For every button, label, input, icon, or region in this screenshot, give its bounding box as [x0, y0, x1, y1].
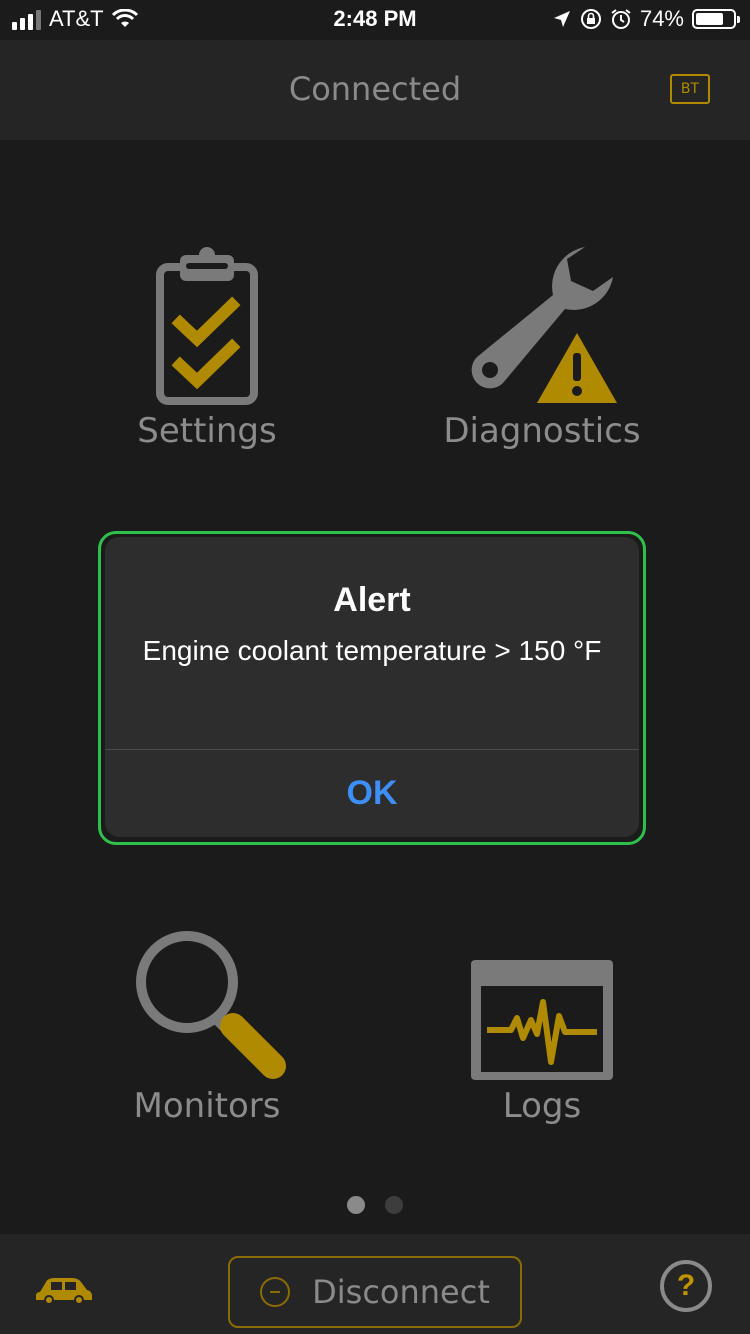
diagnostics-tile[interactable]: Diagnostics — [392, 235, 692, 451]
logs-icon-box — [392, 910, 692, 1080]
alert-dialog: Alert Engine coolant temperature > 150 °… — [105, 537, 639, 837]
logs-tile[interactable]: Logs — [392, 910, 692, 1126]
waveform-monitor-icon — [471, 960, 613, 1080]
help-button[interactable]: ? — [660, 1260, 712, 1312]
navigation-bar: Connected BT — [0, 40, 750, 140]
monitors-tile[interactable]: Monitors — [57, 910, 357, 1126]
question-mark-icon: ? — [676, 1269, 696, 1302]
disconnect-button[interactable]: Disconnect — [228, 1256, 522, 1328]
bt-badge[interactable]: BT — [670, 74, 710, 104]
ok-button[interactable]: OK — [105, 750, 639, 837]
page-title: Connected — [288, 70, 462, 108]
settings-tile[interactable]: Settings — [57, 235, 357, 451]
diagnostics-label: Diagnostics — [443, 411, 641, 451]
clipboard-check-icon — [156, 247, 258, 405]
alert-title: Alert — [333, 581, 411, 619]
alarm-icon — [611, 9, 631, 29]
settings-label: Settings — [137, 411, 277, 451]
battery-fill — [696, 13, 723, 25]
page-dot-2[interactable] — [385, 1196, 403, 1214]
settings-icon-box — [57, 235, 357, 405]
logs-label: Logs — [502, 1086, 582, 1126]
battery-percent: 74% — [639, 6, 684, 31]
magnifier-icon — [136, 931, 286, 1079]
monitors-icon-box — [57, 910, 357, 1080]
wrench-warning-icon — [471, 247, 617, 403]
page-indicator[interactable] — [0, 1196, 750, 1214]
alert-message: Engine coolant temperature > 150 °F — [142, 635, 602, 666]
status-right: 74% — [552, 6, 740, 32]
diagnostics-icon-box — [392, 235, 692, 405]
battery-icon — [692, 9, 740, 29]
disconnect-label: Disconnect — [312, 1273, 490, 1311]
rotation-lock-icon — [580, 9, 601, 29]
car-icon[interactable] — [34, 1272, 94, 1306]
minus-circle-icon — [260, 1277, 291, 1307]
status-bar: AT&T 2:48 PM 74% — [0, 0, 750, 40]
location-icon — [553, 11, 570, 27]
monitors-label: Monitors — [133, 1086, 281, 1126]
page-dot-1[interactable] — [347, 1196, 365, 1214]
bottom-bar: Disconnect ? — [0, 1234, 750, 1334]
